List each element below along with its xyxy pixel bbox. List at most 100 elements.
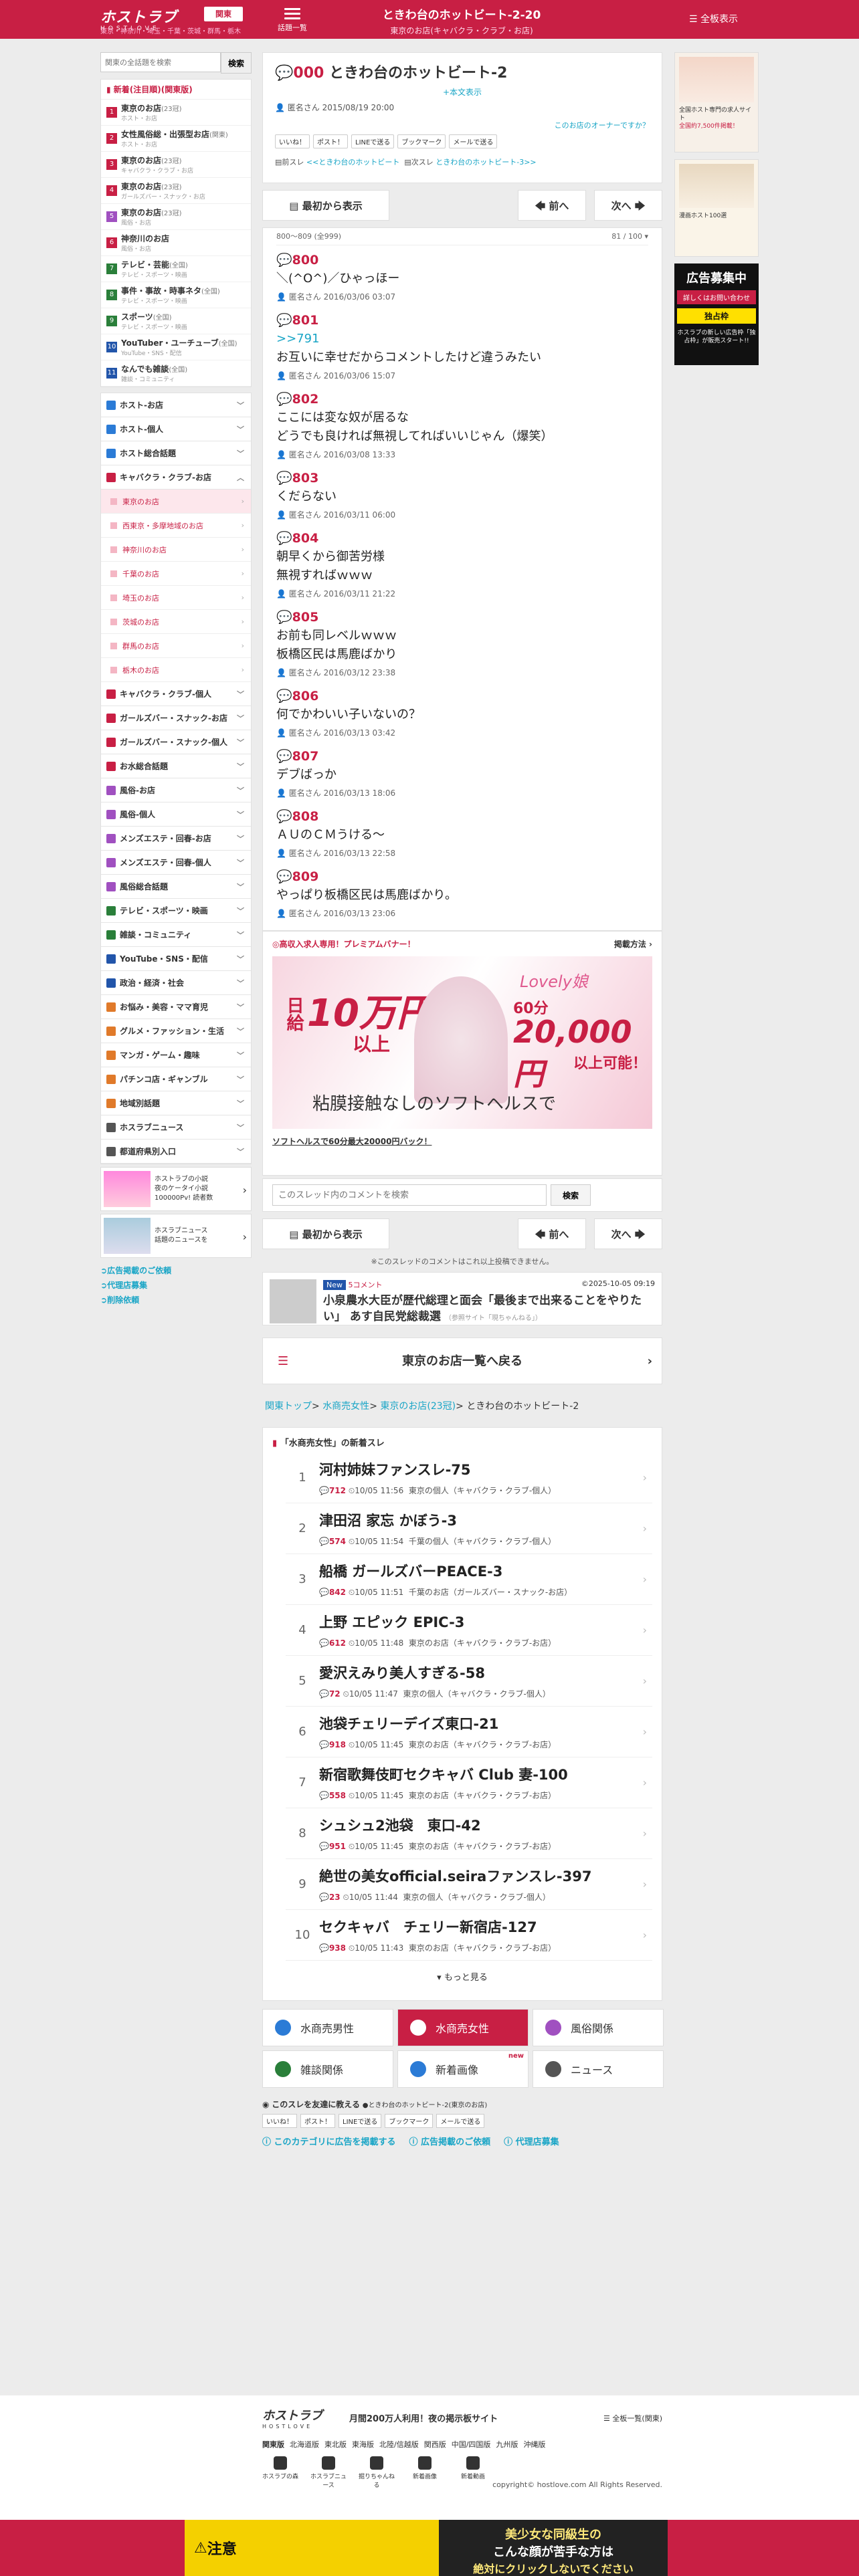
prev-thread-link[interactable]: <<ときわ台のホットビート	[306, 158, 399, 167]
crumb-top[interactable]: 関東トップ	[265, 1401, 312, 1412]
ranking-item[interactable]: 8 シュシュ2池袋 東口-42 💬951 ⏲10/05 11:45 東京のお店（キャ…	[286, 1808, 652, 1859]
sub-category-item[interactable]: 東京のお店 ›	[101, 490, 251, 514]
category-item[interactable]: ホスト-お店 ﹀	[101, 393, 251, 417]
category-item[interactable]: 風俗-個人 ﹀	[101, 802, 251, 827]
region-link[interactable]: 中国/四国版	[452, 2439, 491, 2450]
post-button[interactable]: ポスト！	[300, 2114, 335, 2128]
banner-image[interactable]: 日給 10万円 以上 Lovely娘 60分 20,000円 以上可能！ 粘膜接…	[272, 956, 652, 1129]
prev-button[interactable]: 🡄 前へ	[518, 190, 586, 221]
footer-logo[interactable]: ホストラブ HOSTLOVE	[262, 2406, 336, 2430]
post-button[interactable]: ポスト！	[313, 134, 348, 148]
sub-category-item[interactable]: 神奈川のお店 ›	[101, 538, 251, 562]
ranking-item[interactable]: 5 愛沢えみり美人すぎる-58 💬72 ⏲10/05 11:47 東京の個人（キャバ…	[286, 1656, 652, 1707]
post-number[interactable]: 💬804	[276, 529, 648, 548]
next-button-bottom[interactable]: 次へ 🡆	[594, 1218, 662, 1249]
ranking-item[interactable]: 6 池袋チェリーデイズ東口-21 💬918 ⏲10/05 11:45 東京のお店（キ…	[286, 1707, 652, 1757]
news-card[interactable]: New 5コメント ©2025-10-05 09:19 小泉農水大臣が歴代総理と…	[262, 1272, 662, 1325]
ranking-item[interactable]: 10 セクキャバ チェリー新宿店-127 💬938 ⏲10/05 11:43 東京の…	[286, 1910, 652, 1961]
comment-search-input[interactable]	[272, 1184, 547, 1206]
banner-howto-link[interactable]: 掲載方法 ›	[614, 938, 652, 950]
ad-recruit-box[interactable]: 広告募集中 詳しくはお問い合わせ 独占枠 ホスラブの新しい広告枠「独占枠」が販売…	[674, 263, 759, 365]
category-item[interactable]: メンズエステ・回春-個人 ﹀	[101, 851, 251, 875]
post-number[interactable]: 💬801	[276, 311, 648, 330]
show-body-link[interactable]: +本文表示	[275, 86, 650, 98]
category-button[interactable]: 雑談関係	[262, 2050, 393, 2088]
category-item[interactable]: ホスラブニュース ﹀	[101, 1115, 251, 1140]
full-board-button[interactable]: ☰ 全板表示	[689, 12, 738, 25]
sub-category-item[interactable]: 茨城のお店 ›	[101, 610, 251, 634]
region-link[interactable]: 関西版	[424, 2439, 446, 2450]
category-item[interactable]: ホスト総合話題 ﹀	[101, 441, 251, 465]
category-item[interactable]: パチンコ店・ギャンブル ﹀	[101, 1067, 251, 1091]
post-number[interactable]: 💬802	[276, 390, 648, 409]
category-item[interactable]: メンズエステ・回春-お店 ﹀	[101, 827, 251, 851]
category-item[interactable]: YouTube・SNS・配信 ﹀	[101, 947, 251, 971]
owner-link[interactable]: このお店のオーナーですか？	[275, 120, 650, 130]
prev-button-bottom[interactable]: 🡄 前へ	[518, 1218, 586, 1249]
delete-request-link[interactable]: ➲削除依頼	[100, 1293, 252, 1307]
category-item[interactable]: テレビ・スポーツ・映画 ﹀	[101, 899, 251, 923]
bookmark-button[interactable]: ブックマーク	[385, 2114, 434, 2128]
category-button[interactable]: 風俗関係	[533, 2009, 664, 2046]
region-link[interactable]: 北陸/信越版	[379, 2439, 419, 2450]
topic-list-menu[interactable]: 話題一覧	[276, 5, 309, 33]
post-number[interactable]: 💬800	[276, 251, 648, 270]
footer-icon-link[interactable]: ホスラブの森	[262, 2456, 298, 2489]
search-button[interactable]: 検索	[221, 52, 252, 74]
region-link[interactable]: 東海版	[352, 2439, 374, 2450]
region-link[interactable]: 沖縄版	[523, 2439, 545, 2450]
back-to-list-button[interactable]: ☰ 東京のお店一覧へ戻る ›	[262, 1337, 662, 1384]
new-topic-item[interactable]: 9 スポーツ(全国) テレビ・スポーツ・映画	[101, 308, 251, 334]
sub-category-item[interactable]: 群馬のお店 ›	[101, 634, 251, 658]
crumb-category[interactable]: 水商売女性	[322, 1401, 369, 1412]
right-ad-2[interactable]: 漫画ホスト100選	[674, 159, 759, 257]
bookmark-button[interactable]: ブックマーク	[397, 134, 446, 148]
footer-full-link[interactable]: ☰ 全板一覧(関東)	[603, 2413, 662, 2424]
sub-category-item[interactable]: 西東京・多摩地域のお店 ›	[101, 514, 251, 538]
region-link[interactable]: 東北版	[324, 2439, 347, 2450]
agency-link-2[interactable]: ⓘ 代理店募集	[504, 2135, 559, 2147]
category-ad-link[interactable]: ⓘ このカテゴリに広告を掲載する	[262, 2135, 396, 2147]
new-topic-item[interactable]: 7 テレビ・芸能(全国) テレビ・スポーツ・映画	[101, 256, 251, 282]
sub-category-item[interactable]: 千葉のお店 ›	[101, 562, 251, 586]
new-topic-item[interactable]: 8 事件・事故・時事ネタ(全国) テレビ・スポーツ・映画	[101, 282, 251, 308]
area-select-button[interactable]: 関東	[204, 7, 243, 21]
ranking-item[interactable]: 1 河村姉妹ファンスレ-75 💬712 ⏲10/05 11:56 東京の個人（キャバ…	[286, 1453, 652, 1503]
footer-icon-link[interactable]: 新着動画	[455, 2456, 491, 2489]
category-item[interactable]: 政治・経済・社会 ﹀	[101, 971, 251, 995]
post-number[interactable]: 💬807	[276, 747, 648, 766]
post-number[interactable]: 💬803	[276, 469, 648, 488]
region-link[interactable]: 九州版	[496, 2439, 518, 2450]
category-item[interactable]: 都道府県別入口 ﹀	[101, 1140, 251, 1164]
new-topic-item[interactable]: 1 東京のお店(23冠) ホスト・お店	[101, 100, 251, 126]
category-item[interactable]: キャバクラ・クラブ-お店 ︿	[101, 465, 251, 490]
sub-category-item[interactable]: 栃木のお店 ›	[101, 658, 251, 682]
reply-anchor[interactable]: >>791	[276, 332, 320, 346]
more-button[interactable]: ▾ もっと見る	[272, 1961, 652, 1992]
category-item[interactable]: 雑談・コミュニティ ﹀	[101, 923, 251, 947]
category-item[interactable]: 風俗-お店 ﹀	[101, 778, 251, 802]
bottom-ad-bar[interactable]: ⚠ 注意 美少女な同級生の こんな顔が苦手な方は 絶対にクリックしないでください	[185, 2520, 668, 2576]
category-item[interactable]: お悩み・美容・ママ育児 ﹀	[101, 995, 251, 1019]
comment-search-button[interactable]: 検索	[551, 1184, 591, 1206]
line-button[interactable]: LINEで送る	[351, 134, 395, 148]
category-item[interactable]: マンガ・ゲーム・趣味 ﹀	[101, 1043, 251, 1067]
right-ad-1[interactable]: 全国ホスト専門の求人サイト 全国約7,500件掲載！	[674, 52, 759, 152]
line-button[interactable]: LINEで送る	[339, 2114, 382, 2128]
category-button[interactable]: ニュース	[533, 2050, 664, 2088]
next-thread-link[interactable]: ときわ台のホットビート-3>>	[436, 158, 536, 167]
ad-request-link-2[interactable]: ⓘ 広告掲載のご依頼	[409, 2135, 491, 2147]
new-topic-item[interactable]: 2 女性風俗総・出張型お店(関東) ホスト・お店	[101, 126, 251, 152]
like-button[interactable]: いいね！	[275, 134, 310, 148]
new-topic-item[interactable]: 11 なんでも雑談(全国) 雑談・コミュニティ	[101, 360, 251, 387]
first-button-bottom[interactable]: ▤ 最初から表示	[262, 1218, 389, 1249]
news-promo[interactable]: ホスラブニュース 話題のニュースを ›	[100, 1214, 252, 1258]
ranking-item[interactable]: 3 船橋 ガールズバーPEACE-3 💬842 ⏲10/05 11:51 千葉のお店…	[286, 1554, 652, 1605]
ranking-item[interactable]: 2 津田沼 家忘 かぼう-3 💬574 ⏲10/05 11:54 千葉の個人（キャバ…	[286, 1503, 652, 1554]
post-number[interactable]: 💬806	[276, 687, 648, 706]
first-button[interactable]: ▤ 最初から表示	[262, 190, 389, 221]
category-item[interactable]: お水総合話題 ﹀	[101, 754, 251, 778]
new-topic-item[interactable]: 3 東京のお店(23冠) キャバクラ・クラブ・お店	[101, 152, 251, 178]
new-topic-item[interactable]: 10 YouTuber・ユーチューブ(全国) YouTube・SNS・配信	[101, 334, 251, 360]
new-topic-item[interactable]: 6 神奈川のお店 風俗・お店	[101, 230, 251, 256]
